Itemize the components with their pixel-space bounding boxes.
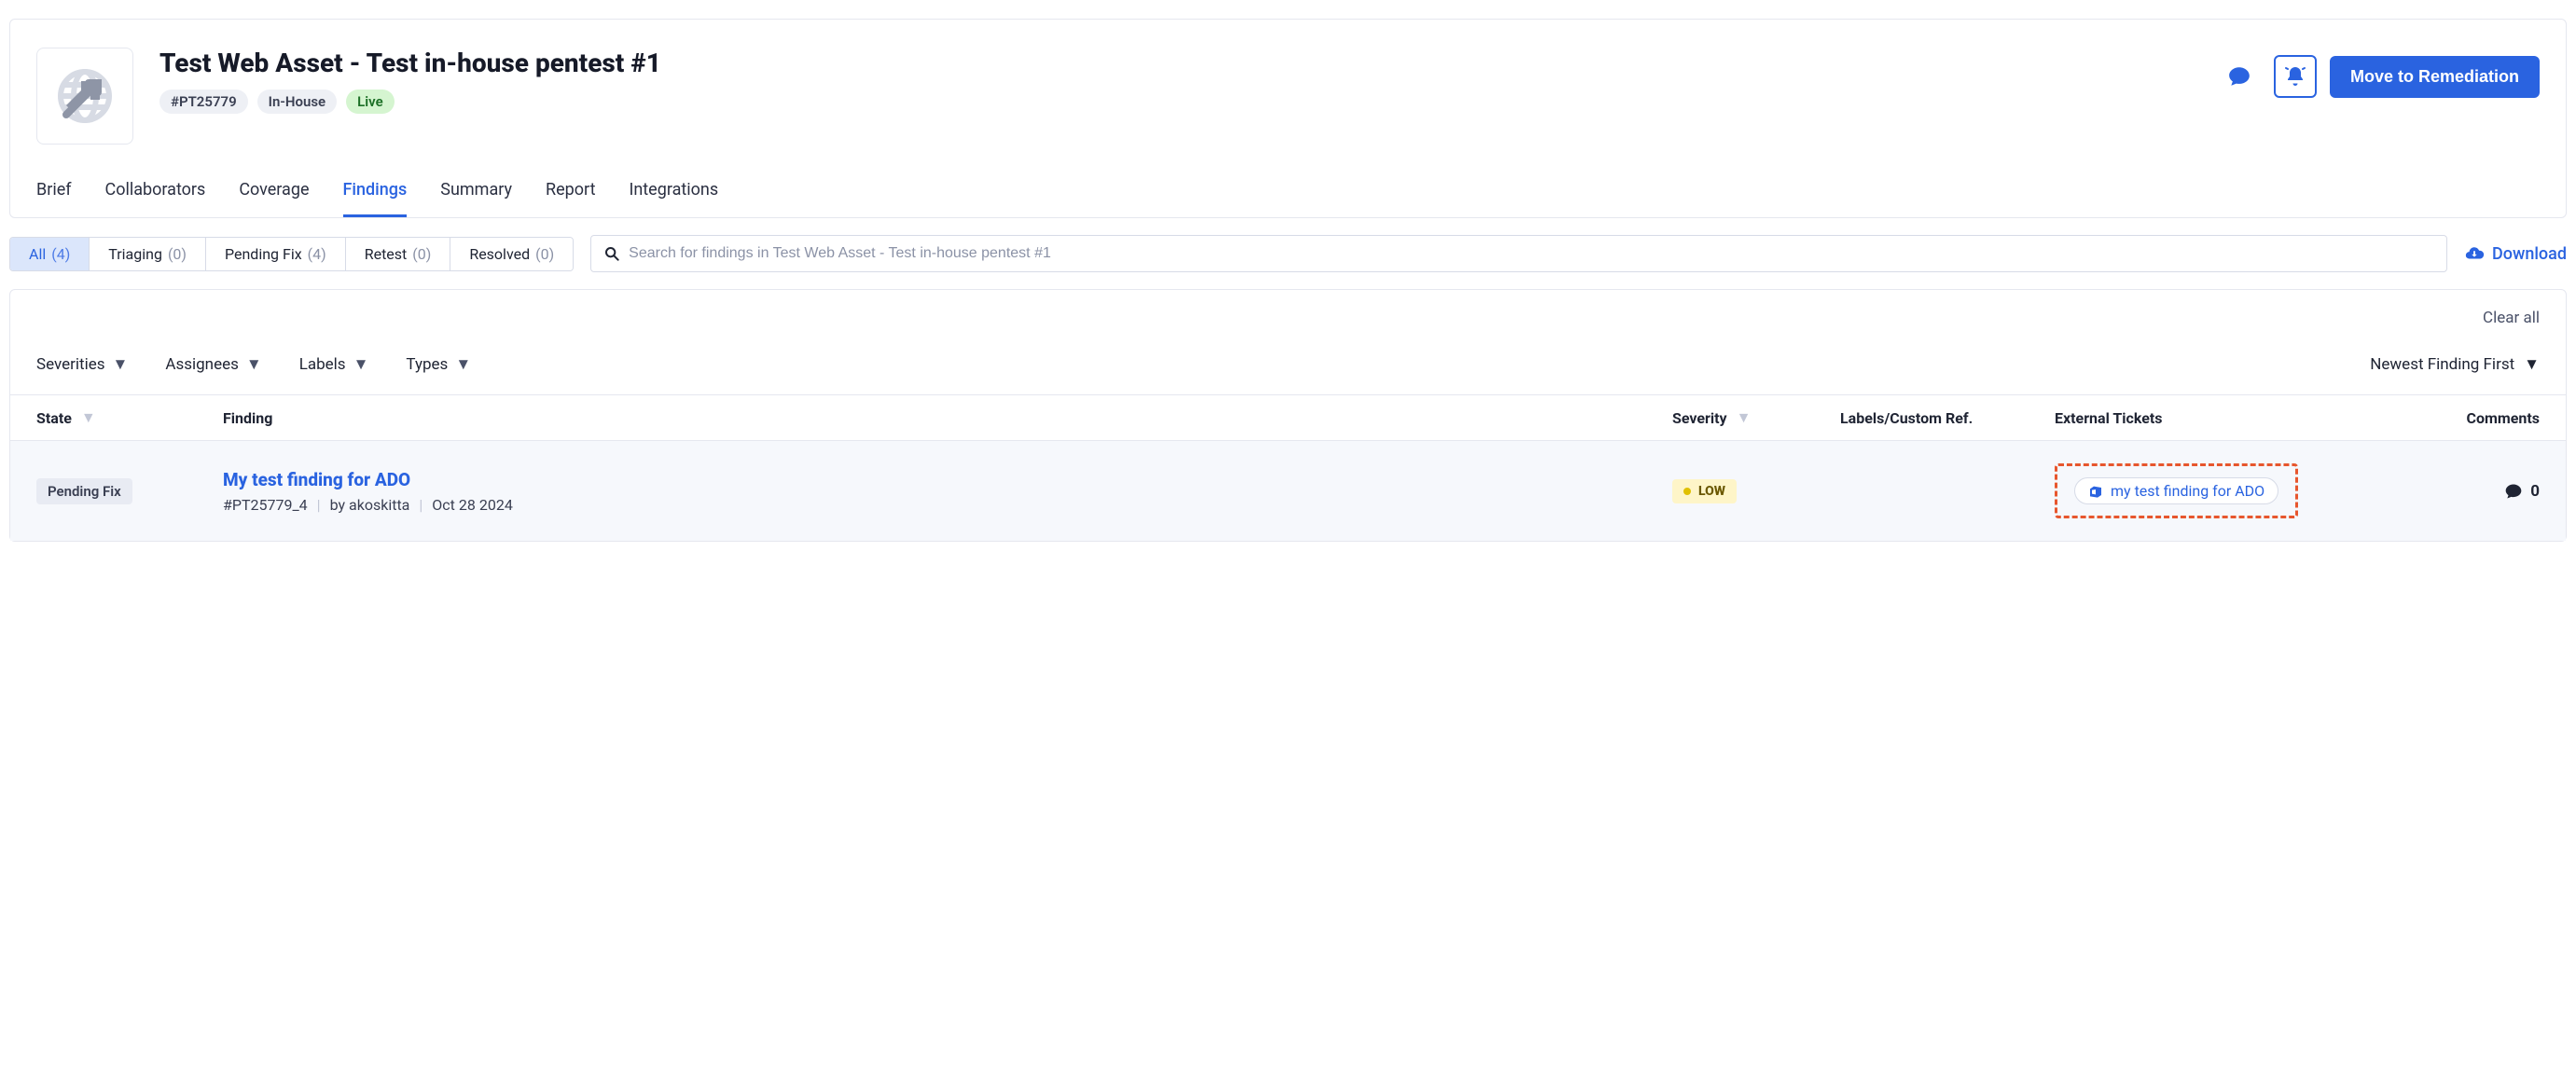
sort-caret-icon: ▼ (1737, 408, 1752, 427)
download-label: Download (2492, 244, 2567, 264)
filter-retest-count: (0) (412, 245, 431, 263)
search-field-wrap[interactable] (590, 235, 2447, 272)
col-labels: Labels/Custom Ref. (1840, 409, 2055, 427)
tab-summary[interactable]: Summary (440, 180, 512, 217)
page-title: Test Web Asset - Test in-house pentest #… (159, 48, 2192, 78)
filter-all[interactable]: All (4) (10, 238, 90, 270)
move-to-remediation-button[interactable]: Move to Remediation (2330, 56, 2540, 98)
severity-badge: LOW (1672, 479, 1737, 503)
chat-bubble-icon (2227, 64, 2251, 89)
col-comments: Comments (2409, 409, 2540, 427)
caret-down-icon: ▼ (455, 355, 471, 374)
tab-integrations[interactable]: Integrations (629, 180, 718, 217)
assignees-dropdown[interactable]: Assignees ▼ (165, 355, 261, 374)
asset-logo (36, 48, 133, 145)
filter-resolved-label: Resolved (469, 245, 530, 263)
col-finding: Finding (223, 409, 1672, 427)
tab-brief[interactable]: Brief (36, 180, 72, 217)
col-tickets: External Tickets (2055, 409, 2409, 427)
finding-title-link[interactable]: My test finding for ADO (223, 469, 1672, 490)
caret-down-icon: ▼ (353, 355, 369, 374)
col-state[interactable]: State ▼ (36, 408, 223, 427)
finding-date: Oct 28 2024 (432, 496, 513, 514)
assignees-label: Assignees (165, 355, 239, 374)
finding-id: #PT25779_4 (223, 496, 308, 514)
filter-pendingfix-label: Pending Fix (225, 245, 302, 263)
caret-down-icon: ▼ (2524, 355, 2540, 374)
sort-caret-icon: ▼ (81, 408, 96, 427)
tab-coverage[interactable]: Coverage (239, 180, 309, 217)
col-severity[interactable]: Severity ▼ (1672, 408, 1840, 427)
state-badge: Pending Fix (36, 478, 132, 504)
pentest-header-card: Test Web Asset - Test in-house pentest #… (9, 19, 2567, 218)
bell-icon (2284, 65, 2306, 88)
caret-down-icon: ▼ (113, 355, 129, 374)
download-link[interactable]: Download (2464, 243, 2567, 264)
types-label: Types (406, 355, 448, 374)
external-ticket-highlight: my test finding for ADO (2055, 463, 2298, 518)
clear-all-link[interactable]: Clear all (2483, 309, 2540, 327)
comments-cell[interactable]: 0 (2409, 482, 2540, 501)
sort-label: Newest Finding First (2370, 355, 2514, 374)
severities-dropdown[interactable]: Severities ▼ (36, 355, 128, 374)
labels-label: Labels (299, 355, 346, 374)
status-filter-segmented: All (4) Triaging (0) Pending Fix (4) Ret… (9, 237, 574, 271)
external-ticket-link[interactable]: my test finding for ADO (2074, 477, 2278, 504)
scope-badge: In-House (257, 90, 337, 114)
finding-author: akoskitta (349, 496, 409, 514)
tab-report[interactable]: Report (546, 180, 595, 217)
filter-retest-label: Retest (365, 245, 408, 263)
filter-resolved-count: (0) (535, 245, 554, 263)
nav-tabs: Brief Collaborators Coverage Findings Su… (36, 180, 2540, 217)
filter-retest[interactable]: Retest (0) (346, 238, 451, 270)
search-icon (604, 246, 619, 261)
tab-findings[interactable]: Findings (343, 180, 408, 217)
external-ticket-label: my test finding for ADO (2111, 482, 2264, 500)
labels-dropdown[interactable]: Labels ▼ (299, 355, 369, 374)
azure-devops-icon (2088, 484, 2103, 499)
notifications-button[interactable] (2274, 55, 2317, 98)
filter-pending-fix[interactable]: Pending Fix (4) (206, 238, 346, 270)
globe-arrow-icon (55, 66, 115, 126)
status-badge: Live (346, 90, 395, 114)
filter-all-count: (4) (51, 245, 70, 263)
tab-collaborators[interactable]: Collaborators (105, 180, 206, 217)
filter-all-label: All (29, 245, 46, 263)
caret-down-icon: ▼ (246, 355, 262, 374)
search-input[interactable] (629, 245, 2433, 262)
filter-triaging[interactable]: Triaging (0) (90, 238, 206, 270)
cloud-download-icon (2464, 243, 2485, 264)
types-dropdown[interactable]: Types ▼ (406, 355, 471, 374)
table-row[interactable]: Pending Fix My test finding for ADO #PT2… (10, 441, 2566, 541)
filter-pendingfix-count: (4) (308, 245, 326, 263)
filter-triaging-count: (0) (168, 245, 187, 263)
severity-dot-icon (1683, 488, 1691, 495)
sort-dropdown[interactable]: Newest Finding First ▼ (2370, 355, 2540, 374)
severities-label: Severities (36, 355, 105, 374)
finding-meta: #PT25779_4 | by akoskitta | Oct 28 2024 (223, 496, 1672, 514)
table-header: State ▼ Finding Severity ▼ Labels/Custom… (10, 394, 2566, 441)
filter-triaging-label: Triaging (108, 245, 162, 263)
chat-button[interactable] (2218, 55, 2261, 98)
comments-count: 0 (2530, 482, 2540, 501)
findings-list-card: Clear all Severities ▼ Assignees ▼ Label… (9, 289, 2567, 542)
filter-resolved[interactable]: Resolved (0) (450, 238, 573, 270)
pentest-id-badge: #PT25779 (159, 90, 248, 114)
comment-icon (2504, 482, 2523, 501)
